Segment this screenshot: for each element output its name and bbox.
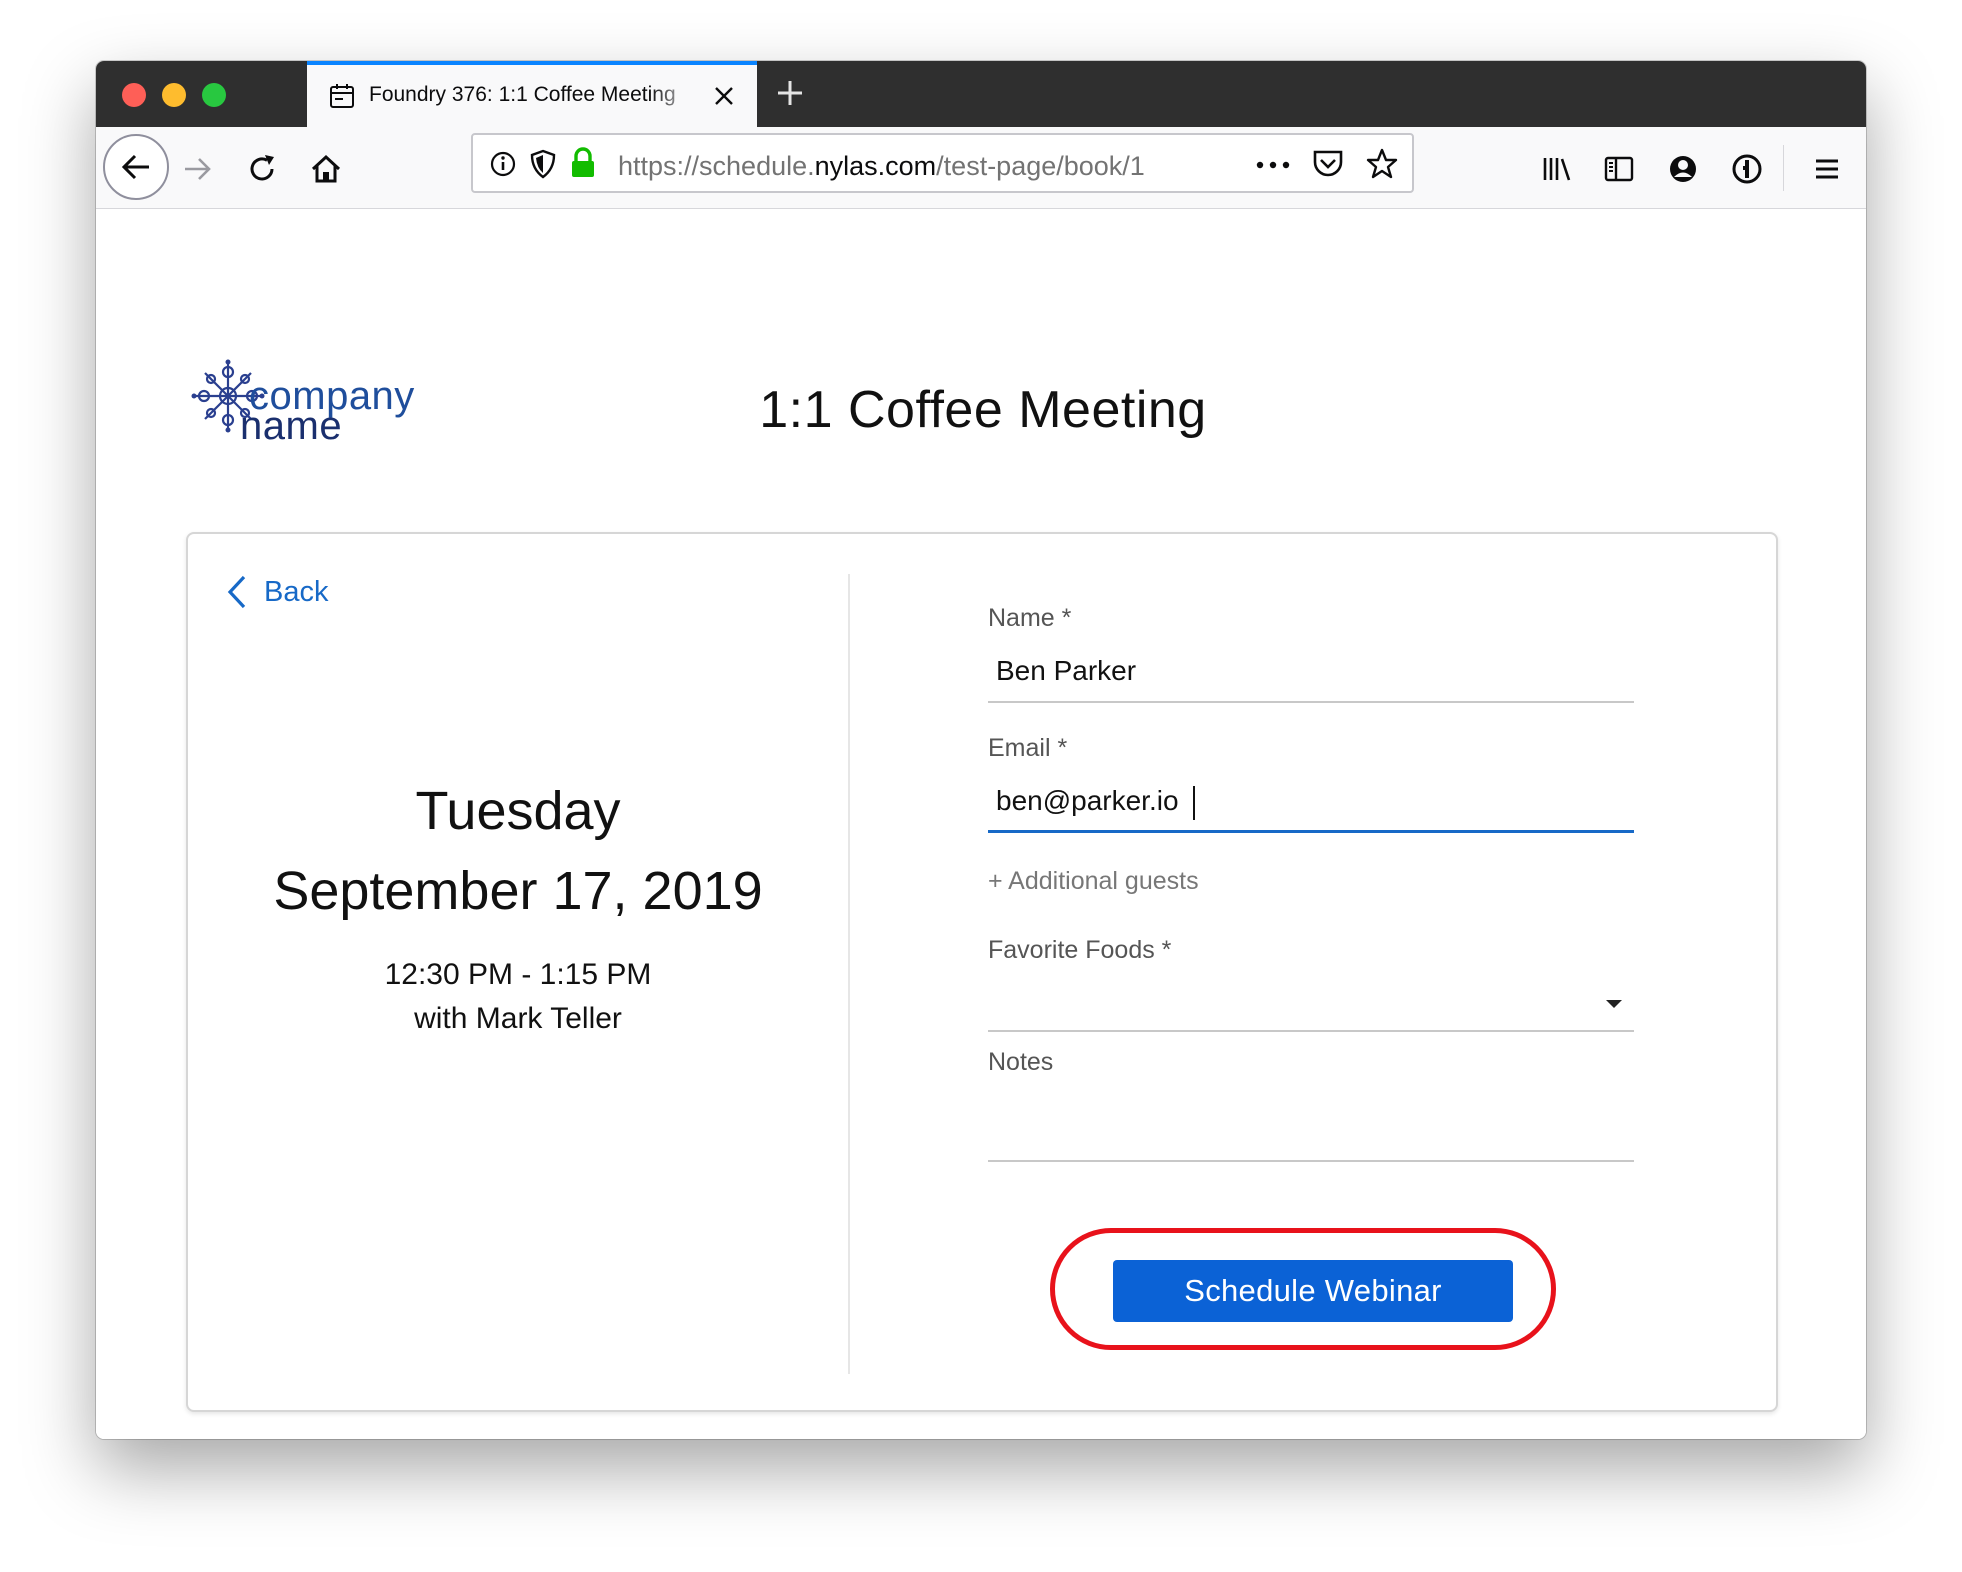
card-divider (848, 574, 850, 1374)
pocket-icon[interactable] (1311, 148, 1345, 180)
lock-icon[interactable] (569, 147, 597, 179)
additional-guests-link[interactable]: + Additional guests (988, 867, 1199, 896)
event-day: Tuesday (415, 781, 621, 841)
new-tab-icon[interactable] (772, 75, 808, 111)
favorite-foods-label: Favorite Foods * (988, 936, 1172, 964)
info-icon[interactable] (489, 150, 517, 178)
tracking-protection-shield-icon[interactable] (529, 149, 557, 179)
zoom-window-button[interactable] (202, 83, 226, 107)
dropdown-arrow-icon (1606, 1000, 1622, 1008)
event-time-range: 12:30 PM - 1:15 PM (384, 958, 652, 991)
home-button[interactable] (306, 149, 346, 189)
back-link[interactable]: Back (226, 572, 328, 612)
reload-button[interactable] (242, 149, 282, 189)
page-content: company name 1:1 Coffee Meeting Back Tue… (96, 210, 1866, 1439)
account-button[interactable] (1663, 149, 1703, 189)
menu-button[interactable] (1807, 149, 1847, 189)
name-label: Name * (988, 604, 1072, 632)
close-tab-icon[interactable] (711, 83, 737, 109)
password-manager-button[interactable] (1727, 149, 1767, 189)
reload-icon (250, 155, 274, 181)
library-icon (1543, 158, 1571, 181)
page-actions-icon[interactable] (1256, 161, 1290, 169)
url-scheme: https://schedule. (618, 151, 815, 181)
name-input[interactable] (988, 641, 1634, 703)
page-title: 1:1 Coffee Meeting (759, 381, 1207, 439)
url-host: nylas.com (814, 151, 937, 181)
tab-title: Foundry 376: 1:1 Coffee Meeting (369, 83, 676, 106)
email-label: Email * (988, 734, 1068, 762)
browser-forward-button[interactable] (178, 149, 218, 189)
event-host: with Mark Teller (414, 1002, 622, 1035)
key-icon (1732, 154, 1762, 184)
booking-card: Back Tuesday September 17, 2019 12:30 PM… (186, 532, 1778, 1412)
home-icon (311, 154, 341, 183)
browser-window: Foundry 376: 1:1 Coffee Meeting https://… (96, 61, 1866, 1439)
account-icon (1670, 156, 1696, 182)
url-path: /test-page/book/1 (936, 151, 1145, 181)
arrow-left-icon (121, 154, 149, 180)
notes-label: Notes (988, 1048, 1054, 1076)
hamburger-menu-icon (1816, 159, 1838, 179)
sidebar-icon (1604, 156, 1634, 182)
url-text[interactable]: https://schedule.nylas.com/test-page/boo… (618, 151, 1193, 182)
url-bar[interactable]: https://schedule.nylas.com/test-page/boo… (471, 133, 1414, 193)
library-button[interactable] (1536, 149, 1576, 189)
notes-input[interactable] (988, 1094, 1634, 1162)
bookmark-star-icon[interactable] (1365, 147, 1399, 181)
chevron-left-icon (227, 575, 246, 609)
calendar-icon (329, 83, 355, 109)
arrow-right-icon (185, 158, 211, 180)
toolbar-separator (1783, 145, 1784, 191)
sidebar-button[interactable] (1599, 149, 1639, 189)
event-date: September 17, 2019 (273, 861, 763, 921)
favorite-foods-select[interactable] (988, 976, 1634, 1032)
email-input[interactable] (988, 771, 1634, 833)
text-caret (1193, 786, 1195, 820)
tab-active[interactable]: Foundry 376: 1:1 Coffee Meeting (307, 61, 757, 127)
tab-bar: Foundry 376: 1:1 Coffee Meeting (96, 61, 1866, 127)
back-label: Back (264, 575, 329, 608)
close-window-button[interactable] (122, 83, 146, 107)
schedule-webinar-button[interactable]: Schedule Webinar (1113, 1260, 1513, 1322)
minimize-window-button[interactable] (162, 83, 186, 107)
browser-back-button[interactable] (103, 134, 169, 200)
